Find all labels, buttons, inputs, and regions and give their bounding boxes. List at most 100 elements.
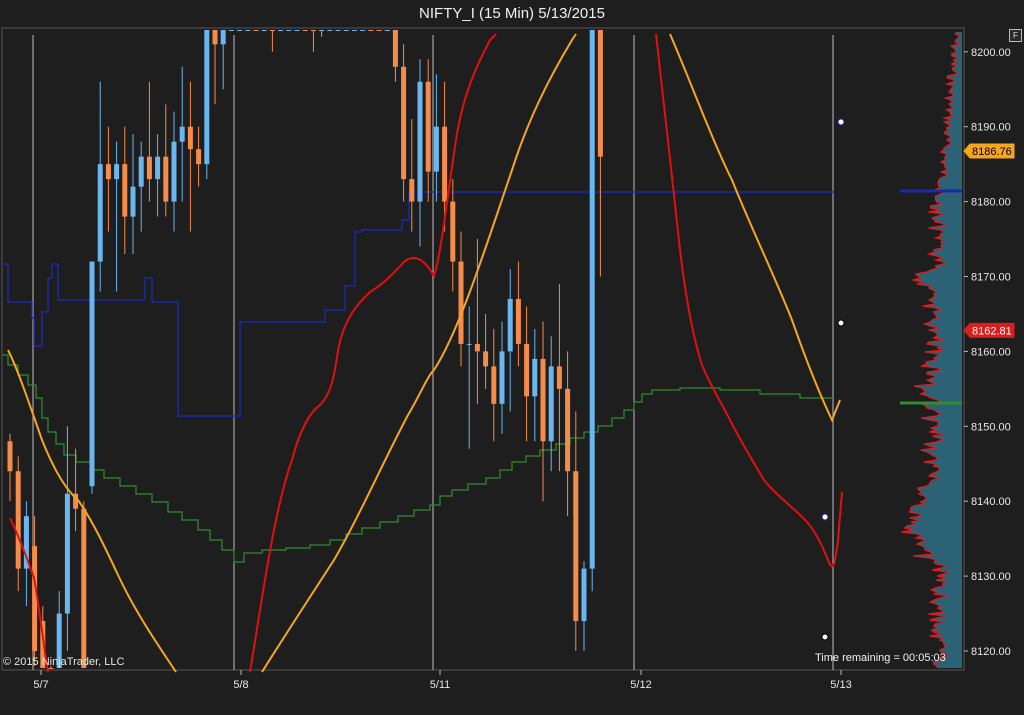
high-pivot-dot <box>837 118 845 126</box>
candle <box>573 411 579 651</box>
candle-body <box>327 30 333 31</box>
candle-body <box>171 141 177 202</box>
candle-body <box>278 30 284 31</box>
plot-area <box>1 27 965 671</box>
y-tick-label: 8130.00 <box>971 571 1011 583</box>
candle <box>351 30 357 31</box>
candle <box>548 336 554 472</box>
candle-body <box>89 261 95 487</box>
candle-body <box>425 81 431 172</box>
candle-body <box>253 30 259 31</box>
candle <box>532 328 538 442</box>
y-tick-label: 8160.00 <box>971 346 1011 358</box>
candle-body <box>384 30 390 31</box>
candle <box>89 261 95 494</box>
moving-average-fast-2 <box>249 33 497 673</box>
x-tick-label: 5/12 <box>630 679 651 691</box>
candle <box>401 44 407 202</box>
candle <box>343 30 349 31</box>
time-remaining: Time remaining = 00:05:03 <box>815 652 946 664</box>
candle-body <box>155 156 161 180</box>
candle <box>409 119 415 232</box>
candle <box>220 30 226 90</box>
copyright-notice: © 2015 NinjaTrader, LLC <box>3 656 125 668</box>
candle <box>589 30 595 592</box>
candle-body <box>81 508 87 668</box>
candle-body <box>245 30 251 31</box>
y-tick-label: 8180.00 <box>971 197 1011 209</box>
candle <box>556 283 562 472</box>
candle-body <box>540 358 546 442</box>
candle-body <box>491 366 497 404</box>
candle <box>360 30 366 31</box>
candle-body <box>114 164 120 180</box>
y-tick-label: 8200.00 <box>971 47 1011 59</box>
candle-body <box>319 30 325 31</box>
y-tick-label: 8170.00 <box>971 272 1011 284</box>
candle <box>105 126 111 232</box>
price-marker-label: 8162.81 <box>972 325 1012 337</box>
candle-body <box>483 351 489 367</box>
candle <box>179 66 185 202</box>
candle-body <box>597 30 603 157</box>
y-tick-label: 8120.00 <box>971 646 1011 658</box>
candle-body <box>179 126 185 142</box>
candle-body <box>48 668 54 669</box>
candle-body <box>376 30 382 31</box>
candle <box>483 313 489 389</box>
candle <box>196 126 202 187</box>
candle <box>302 30 308 31</box>
price-chart[interactable]: 8120.00 8130.00 8140.00 8150.00 8160.00 8170.… <box>0 0 1024 715</box>
candle-body <box>392 30 398 67</box>
candle-body <box>401 66 407 180</box>
moving-average-fast-3 <box>655 33 843 568</box>
candle-body <box>368 30 374 31</box>
candle <box>450 179 456 292</box>
candle <box>392 30 398 82</box>
candle-body <box>187 126 193 150</box>
candle-body <box>466 343 472 345</box>
candle-body <box>507 298 513 352</box>
candle <box>368 30 374 31</box>
step-line-green <box>2 354 834 563</box>
x-tick-label: 5/8 <box>233 679 248 691</box>
candle-body <box>122 164 128 217</box>
candle-body <box>458 261 464 344</box>
candle <box>335 30 341 31</box>
low-pivot-dot <box>821 513 829 521</box>
candle <box>466 306 472 449</box>
candle <box>310 30 316 52</box>
candle <box>212 30 218 105</box>
candle-body <box>64 493 70 614</box>
low-pivot-dot-2 <box>821 633 829 641</box>
session-separators <box>32 35 834 670</box>
candle <box>245 30 251 31</box>
candle-body <box>433 126 439 172</box>
price-marker-label: 8186.76 <box>972 146 1012 158</box>
y-tick-label: 8150.00 <box>971 421 1011 433</box>
candle-body <box>573 471 579 622</box>
candle <box>228 30 234 31</box>
candle-body <box>286 30 292 31</box>
candle <box>581 561 587 651</box>
candle-body <box>343 30 349 31</box>
candle <box>64 426 70 651</box>
y-tick-label: 8140.00 <box>971 496 1011 508</box>
candle <box>286 30 292 31</box>
volume-profile <box>901 31 962 669</box>
candle-body <box>196 149 202 165</box>
candle-body <box>204 30 210 165</box>
candle <box>81 501 87 668</box>
candle <box>425 59 431 202</box>
candle-body <box>565 388 571 472</box>
float-button[interactable]: F <box>1009 29 1022 42</box>
candle <box>138 141 144 232</box>
candle-body <box>499 351 505 404</box>
time-axis: 5/7 5/8 5/11 5/12 5/13 <box>33 670 852 691</box>
candle <box>261 30 267 31</box>
candle <box>114 141 120 292</box>
candle <box>7 433 13 502</box>
candle <box>163 104 169 217</box>
candle-body <box>105 164 111 180</box>
candle-body <box>302 30 308 31</box>
